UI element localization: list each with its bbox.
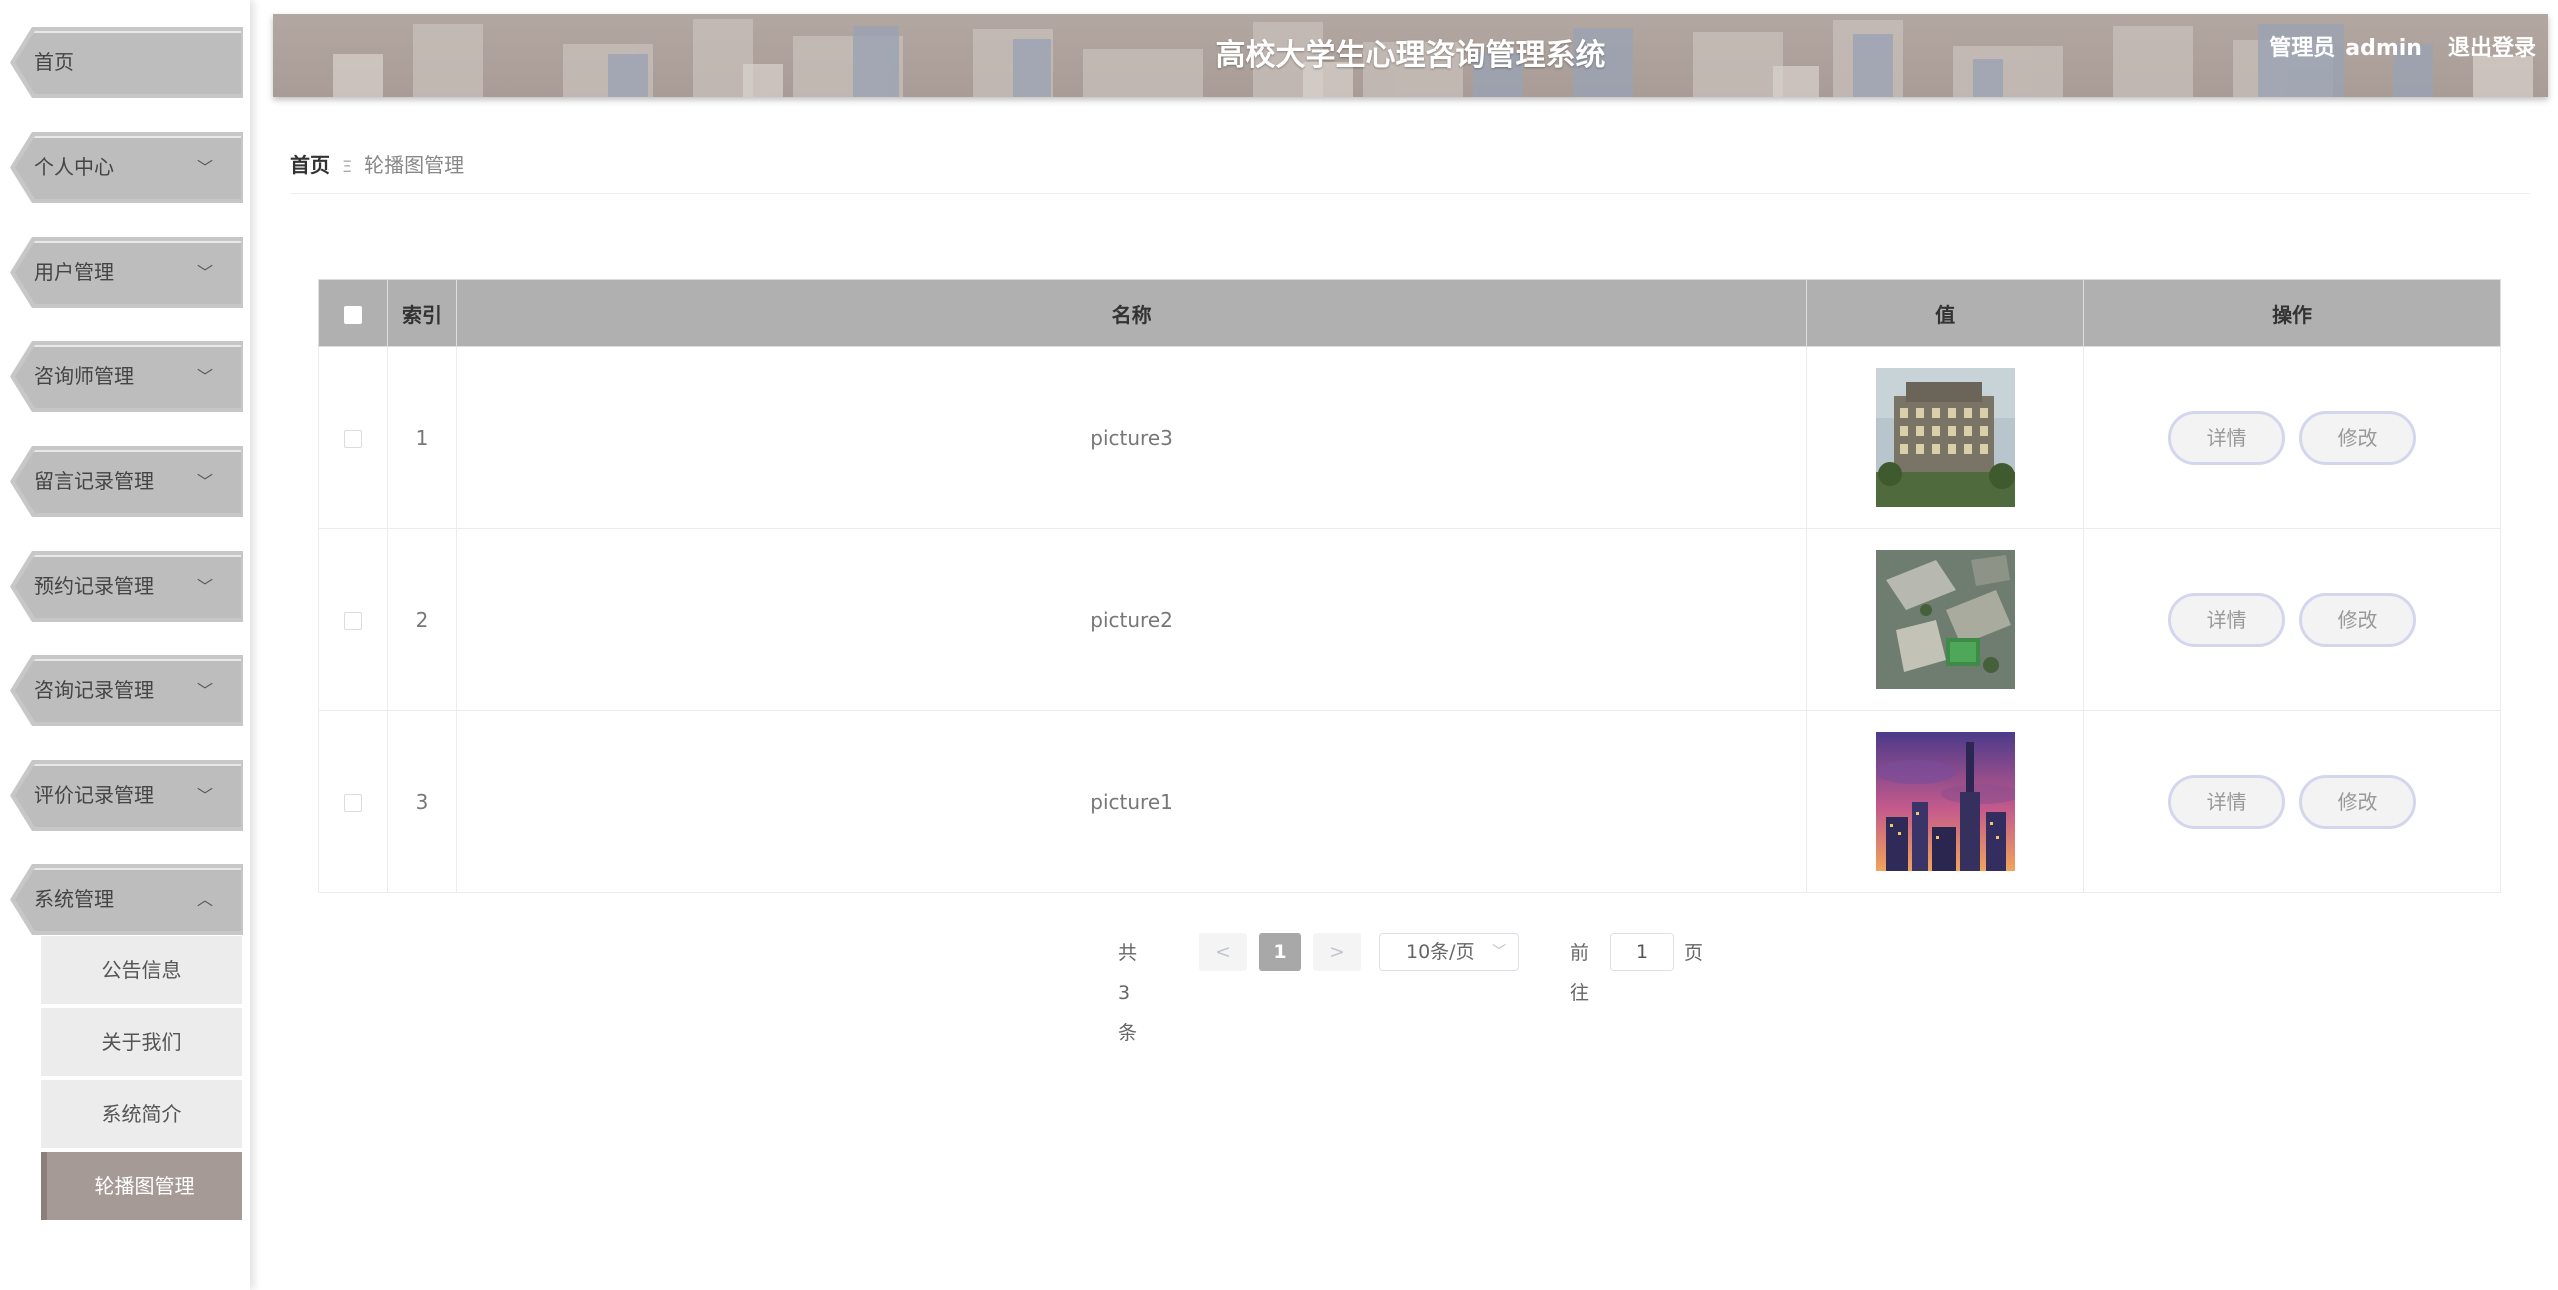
breadcrumb-separator-icon: Ξ xyxy=(342,157,353,176)
row-value xyxy=(1806,528,2085,711)
column-header-name: 名称 xyxy=(455,279,1808,347)
edit-button[interactable]: 修改 xyxy=(2299,774,2417,829)
table-row: 2 picture2 详情 修改 xyxy=(318,528,2501,711)
row-index: 2 xyxy=(386,528,457,711)
page-size-value: 10条/页 xyxy=(1406,941,1475,963)
next-page-button[interactable]: > xyxy=(1313,933,1361,971)
page-suffix: 页 xyxy=(1684,942,1704,964)
sidebar-item-label: 预约记录管理 xyxy=(34,574,154,598)
sidebar-item-label: 首页 xyxy=(34,50,74,74)
sidebar-item-appointment-records[interactable]: 预约记录管理 ﹀ xyxy=(10,551,243,622)
submenu-item-about-us[interactable]: 关于我们 xyxy=(41,1008,242,1076)
row-name: picture2 xyxy=(455,528,1808,711)
table-header-row: 索引 名称 值 操作 xyxy=(318,279,2501,347)
chevron-down-icon: ﹀ xyxy=(196,577,213,596)
sidebar-item-review-records[interactable]: 评价记录管理 ﹀ xyxy=(10,760,243,831)
row-checkbox[interactable] xyxy=(343,612,362,630)
column-header-value: 值 xyxy=(1806,279,2085,347)
breadcrumb-home[interactable]: 首页 xyxy=(290,153,330,177)
chevron-up-icon: ︿ xyxy=(196,890,213,909)
sidebar-item-user-management[interactable]: 用户管理 ﹀ xyxy=(10,237,243,308)
edit-button[interactable]: 修改 xyxy=(2299,592,2417,647)
row-actions: 详情 修改 xyxy=(2083,710,2501,893)
chevron-down-icon: ﹀ xyxy=(196,367,213,386)
row-name: picture1 xyxy=(455,710,1808,893)
sidebar-item-label: 咨询师管理 xyxy=(34,364,134,388)
app-title: 高校大学生心理咨询管理系统 xyxy=(1215,38,1606,73)
carousel-table: 索引 名称 值 操作 1 picture3 详情 修改 2 picture2 详… xyxy=(318,279,2501,893)
breadcrumb-current: 轮播图管理 xyxy=(364,153,465,177)
chevron-down-icon: ﹀ xyxy=(196,681,213,700)
username: admin xyxy=(2345,36,2422,61)
column-header-index: 索引 xyxy=(386,279,457,347)
sidebar-item-message-records[interactable]: 留言记录管理 ﹀ xyxy=(10,446,243,517)
sidebar-item-label: 咨询记录管理 xyxy=(34,678,154,702)
page-number-button[interactable]: 1 xyxy=(1259,933,1301,971)
row-value xyxy=(1806,346,2085,529)
chevron-down-icon: ﹀ xyxy=(196,472,213,491)
row-value xyxy=(1806,710,2085,893)
chevron-down-icon: ﹀ xyxy=(1492,944,1506,960)
pagination-total: 共 3 条 xyxy=(1118,942,1138,1044)
page-size-select[interactable]: 10条/页 ﹀ xyxy=(1379,933,1519,971)
detail-button[interactable]: 详情 xyxy=(2168,410,2286,465)
chevron-down-icon: ﹀ xyxy=(196,158,213,177)
top-header: 高校大学生心理咨询管理系统 管理员 admin 退出登录 xyxy=(273,14,2548,97)
column-header-actions: 操作 xyxy=(2083,279,2501,347)
city-sunset-illustration-thumbnail[interactable] xyxy=(1875,732,2015,871)
table-row: 3 picture1 详情 修改 xyxy=(318,710,2501,893)
row-checkbox[interactable] xyxy=(343,794,362,812)
sidebar-item-system-management[interactable]: 系统管理 ︿ xyxy=(10,864,243,935)
row-name: picture3 xyxy=(455,346,1808,529)
prev-page-button[interactable]: < xyxy=(1199,933,1247,971)
user-role: 管理员 xyxy=(2269,36,2336,61)
table-row: 1 picture3 详情 修改 xyxy=(318,346,2501,529)
submenu-item-system-intro[interactable]: 系统简介 xyxy=(41,1080,242,1148)
submenu-item-announcements[interactable]: 公告信息 xyxy=(41,936,242,1004)
sidebar-item-label: 评价记录管理 xyxy=(34,783,154,807)
sidebar-item-label: 个人中心 xyxy=(34,155,114,179)
sidebar: 首页 个人中心 ﹀ 用户管理 ﹀ 咨询师管理 ﹀ 留言记录管理 ﹀ 预约记录管理… xyxy=(0,0,250,1290)
sidebar-item-consultation-records[interactable]: 咨询记录管理 ﹀ xyxy=(10,655,243,726)
sidebar-item-label: 留言记录管理 xyxy=(34,469,154,493)
row-index: 1 xyxy=(386,346,457,529)
chevron-down-icon: ﹀ xyxy=(196,263,213,282)
campus-aerial-photo-thumbnail[interactable] xyxy=(1875,550,2015,689)
user-area: 管理员 admin 退出登录 xyxy=(2259,14,2536,84)
sidebar-item-home[interactable]: 首页 xyxy=(10,27,243,98)
detail-button[interactable]: 详情 xyxy=(2168,592,2286,647)
submenu-item-carousel-management[interactable]: 轮播图管理 xyxy=(41,1152,242,1220)
row-checkbox[interactable] xyxy=(343,430,362,448)
detail-button[interactable]: 详情 xyxy=(2168,774,2286,829)
row-index: 3 xyxy=(386,710,457,893)
sidebar-item-label: 用户管理 xyxy=(34,260,114,284)
chevron-down-icon: ﹀ xyxy=(196,786,213,805)
sidebar-item-personal-center[interactable]: 个人中心 ﹀ xyxy=(10,132,243,203)
divider xyxy=(290,193,2530,194)
breadcrumb: 首页 Ξ 轮播图管理 xyxy=(290,150,464,180)
sidebar-item-counselor-management[interactable]: 咨询师管理 ﹀ xyxy=(10,341,243,412)
edit-button[interactable]: 修改 xyxy=(2299,410,2417,465)
select-all-cell xyxy=(318,279,388,347)
goto-label: 前往 xyxy=(1570,942,1590,1004)
select-all-checkbox[interactable] xyxy=(343,305,362,324)
building-photo-thumbnail[interactable] xyxy=(1875,368,2015,507)
sidebar-item-label: 系统管理 xyxy=(34,887,114,911)
goto-page-input[interactable] xyxy=(1610,933,1674,971)
row-actions: 详情 修改 xyxy=(2083,346,2501,529)
row-actions: 详情 修改 xyxy=(2083,528,2501,711)
logout-link[interactable]: 退出登录 xyxy=(2448,36,2536,61)
